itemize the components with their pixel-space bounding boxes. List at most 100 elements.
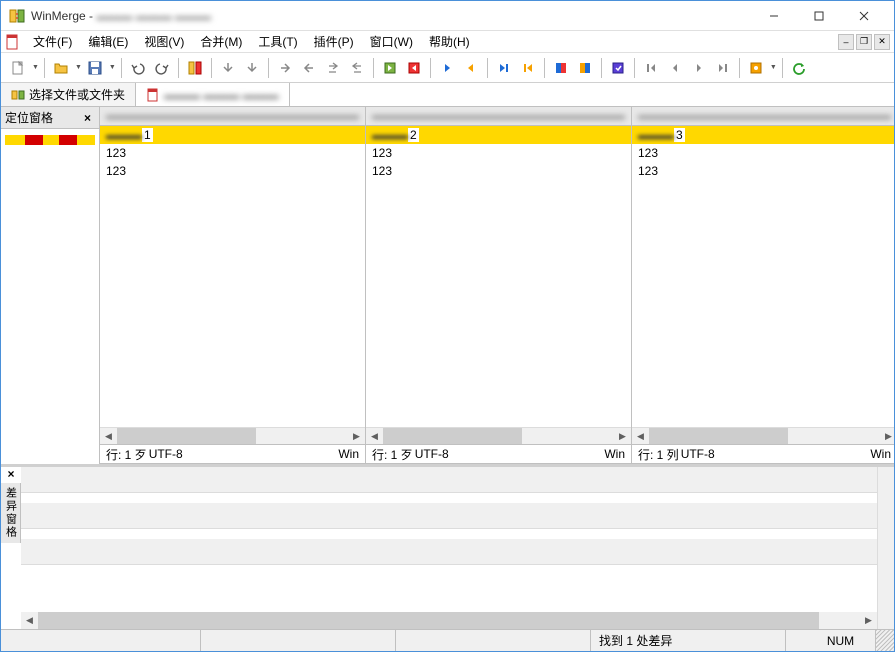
diff-line[interactable]: ▬▬▬1 <box>100 126 365 144</box>
toolbar-sep <box>601 58 602 78</box>
prev-line-button[interactable] <box>664 57 686 79</box>
menu-tools[interactable]: 工具(T) <box>250 31 305 52</box>
open-dropdown-icon[interactable]: ▼ <box>75 64 82 71</box>
hscrollbar-right[interactable]: ◀▶ <box>632 427 894 444</box>
mdi-restore-button[interactable]: ❐ <box>856 34 872 50</box>
pane-status-middle: 行: 1 歹UTF-8Win <box>366 445 632 463</box>
save-button[interactable] <box>84 57 106 79</box>
window-title: WinMerge - ▬▬▬ ▬▬▬ ▬▬▬ <box>31 9 751 23</box>
code-line[interactable]: 123 <box>366 144 631 162</box>
diff-row[interactable] <box>21 503 877 529</box>
menu-help[interactable]: 帮助(H) <box>421 31 478 52</box>
down-left-button[interactable] <box>217 57 239 79</box>
save-dropdown-icon[interactable]: ▼ <box>109 64 116 71</box>
scroll-right-icon[interactable]: ▶ <box>348 428 365 445</box>
menu-merge[interactable]: 合并(M) <box>192 31 250 52</box>
menu-view[interactable]: 视图(V) <box>136 31 192 52</box>
diff-hscrollbar[interactable]: ◀▶ <box>21 612 877 629</box>
new-button[interactable] <box>7 57 29 79</box>
diff-pane-close-button[interactable]: × <box>1 467 21 483</box>
mdi-minimize-button[interactable]: – <box>838 34 854 50</box>
current-diff-button[interactable] <box>607 57 629 79</box>
file-compare-icon <box>146 88 160 102</box>
all-right-button[interactable] <box>379 57 401 79</box>
code-line[interactable]: 123 <box>632 162 894 180</box>
copy-right-adv-button[interactable] <box>322 57 344 79</box>
copy-left-button[interactable] <box>298 57 320 79</box>
menu-edit[interactable]: 编辑(E) <box>80 31 136 52</box>
scroll-left-icon[interactable]: ◀ <box>366 428 383 445</box>
code-line[interactable]: 123 <box>366 162 631 180</box>
options-dropdown-icon[interactable]: ▼ <box>770 64 777 71</box>
all-left-button[interactable] <box>403 57 425 79</box>
next-diff-alt-button[interactable] <box>493 57 515 79</box>
code-line[interactable]: 123 <box>100 144 365 162</box>
prev-conflict-button[interactable] <box>574 57 596 79</box>
scroll-right-icon[interactable]: ▶ <box>614 428 631 445</box>
toolbar-sep <box>373 58 374 78</box>
diff-vscrollbar[interactable] <box>877 467 894 629</box>
hscrollbar-left[interactable]: ◀▶ <box>100 427 365 444</box>
location-pane: 定位窗格 × <box>1 107 100 464</box>
toolbar-sep <box>739 58 740 78</box>
scroll-left-icon[interactable]: ◀ <box>21 612 38 629</box>
down-right-button[interactable] <box>241 57 263 79</box>
resize-grip-icon[interactable] <box>876 630 894 651</box>
code-line[interactable]: 123 <box>100 162 365 180</box>
redo-button[interactable] <box>151 57 173 79</box>
location-strip[interactable] <box>5 135 95 145</box>
status-seg-2 <box>201 630 396 651</box>
first-line-button[interactable] <box>640 57 662 79</box>
scroll-right-icon[interactable]: ▶ <box>880 428 894 445</box>
path-header-left[interactable]: ▬▬▬▬▬▬▬▬▬▬▬▬▬▬▬▬▬▬▬▬▬▬▬ <box>100 107 366 125</box>
menu-plugins[interactable]: 插件(P) <box>306 31 362 52</box>
location-pane-body[interactable] <box>1 129 99 464</box>
status-seg-1 <box>1 630 201 651</box>
copy-right-button[interactable] <box>274 57 296 79</box>
path-headers: ▬▬▬▬▬▬▬▬▬▬▬▬▬▬▬▬▬▬▬▬▬▬▬ ▬▬▬▬▬▬▬▬▬▬▬▬▬▬▬▬… <box>100 107 894 126</box>
location-pane-title: 定位窗格 <box>5 109 53 126</box>
next-line-button[interactable] <box>688 57 710 79</box>
location-pane-close-button[interactable]: × <box>80 111 95 125</box>
tab-compare[interactable]: ▬▬▬ ▬▬▬ ▬▬▬ <box>136 83 290 106</box>
code-line[interactable]: 123 <box>632 144 894 162</box>
diff-line[interactable]: ▬▬▬2 <box>366 126 631 144</box>
diff-row[interactable] <box>21 539 877 565</box>
refresh-button[interactable] <box>788 57 810 79</box>
prev-diff-alt-button[interactable] <box>517 57 539 79</box>
undo-button[interactable] <box>127 57 149 79</box>
next-conflict-button[interactable] <box>550 57 572 79</box>
maximize-button[interactable] <box>796 2 841 30</box>
next-diff-button[interactable] <box>436 57 458 79</box>
file-content-middle[interactable]: ▬▬▬2 123 123 <box>366 126 631 427</box>
copy-left-adv-button[interactable] <box>346 57 368 79</box>
open-button[interactable] <box>50 57 72 79</box>
file-content-right[interactable]: ▬▬▬3 123 123 <box>632 126 894 427</box>
new-dropdown-icon[interactable]: ▼ <box>32 64 39 71</box>
last-line-button[interactable] <box>712 57 734 79</box>
minimize-button[interactable] <box>751 2 796 30</box>
path-header-right[interactable]: ▬▬▬▬▬▬▬▬▬▬▬▬▬▬▬▬▬▬▬▬▬▬▬ <box>632 107 894 125</box>
toolbar-sep <box>121 58 122 78</box>
options-button[interactable] <box>745 57 767 79</box>
scroll-left-icon[interactable]: ◀ <box>632 428 649 445</box>
mdi-close-button[interactable]: ✕ <box>874 34 890 50</box>
scroll-left-icon[interactable]: ◀ <box>100 428 117 445</box>
close-button[interactable] <box>841 2 886 30</box>
diff-rows[interactable] <box>21 467 877 612</box>
toolbar-sep <box>268 58 269 78</box>
menu-window[interactable]: 窗口(W) <box>362 31 421 52</box>
diff-line[interactable]: ▬▬▬3 <box>632 126 894 144</box>
menu-file[interactable]: 文件(F) <box>25 31 80 52</box>
prev-diff-button[interactable] <box>460 57 482 79</box>
pane-status-row: 行: 1 歹UTF-8Win 行: 1 歹UTF-8Win 行: 1 列UTF-… <box>100 444 894 464</box>
folder-compare-icon <box>11 88 25 102</box>
file-content-left[interactable]: ▬▬▬1 123 123 <box>100 126 365 427</box>
toolbar-sep <box>178 58 179 78</box>
tab-select-files[interactable]: 选择文件或文件夹 <box>1 83 136 106</box>
diff-button[interactable] <box>184 57 206 79</box>
diff-row[interactable] <box>21 467 877 493</box>
scroll-right-icon[interactable]: ▶ <box>860 612 877 629</box>
path-header-middle[interactable]: ▬▬▬▬▬▬▬▬▬▬▬▬▬▬▬▬▬▬▬▬▬▬▬ <box>366 107 632 125</box>
hscrollbar-middle[interactable]: ◀▶ <box>366 427 631 444</box>
